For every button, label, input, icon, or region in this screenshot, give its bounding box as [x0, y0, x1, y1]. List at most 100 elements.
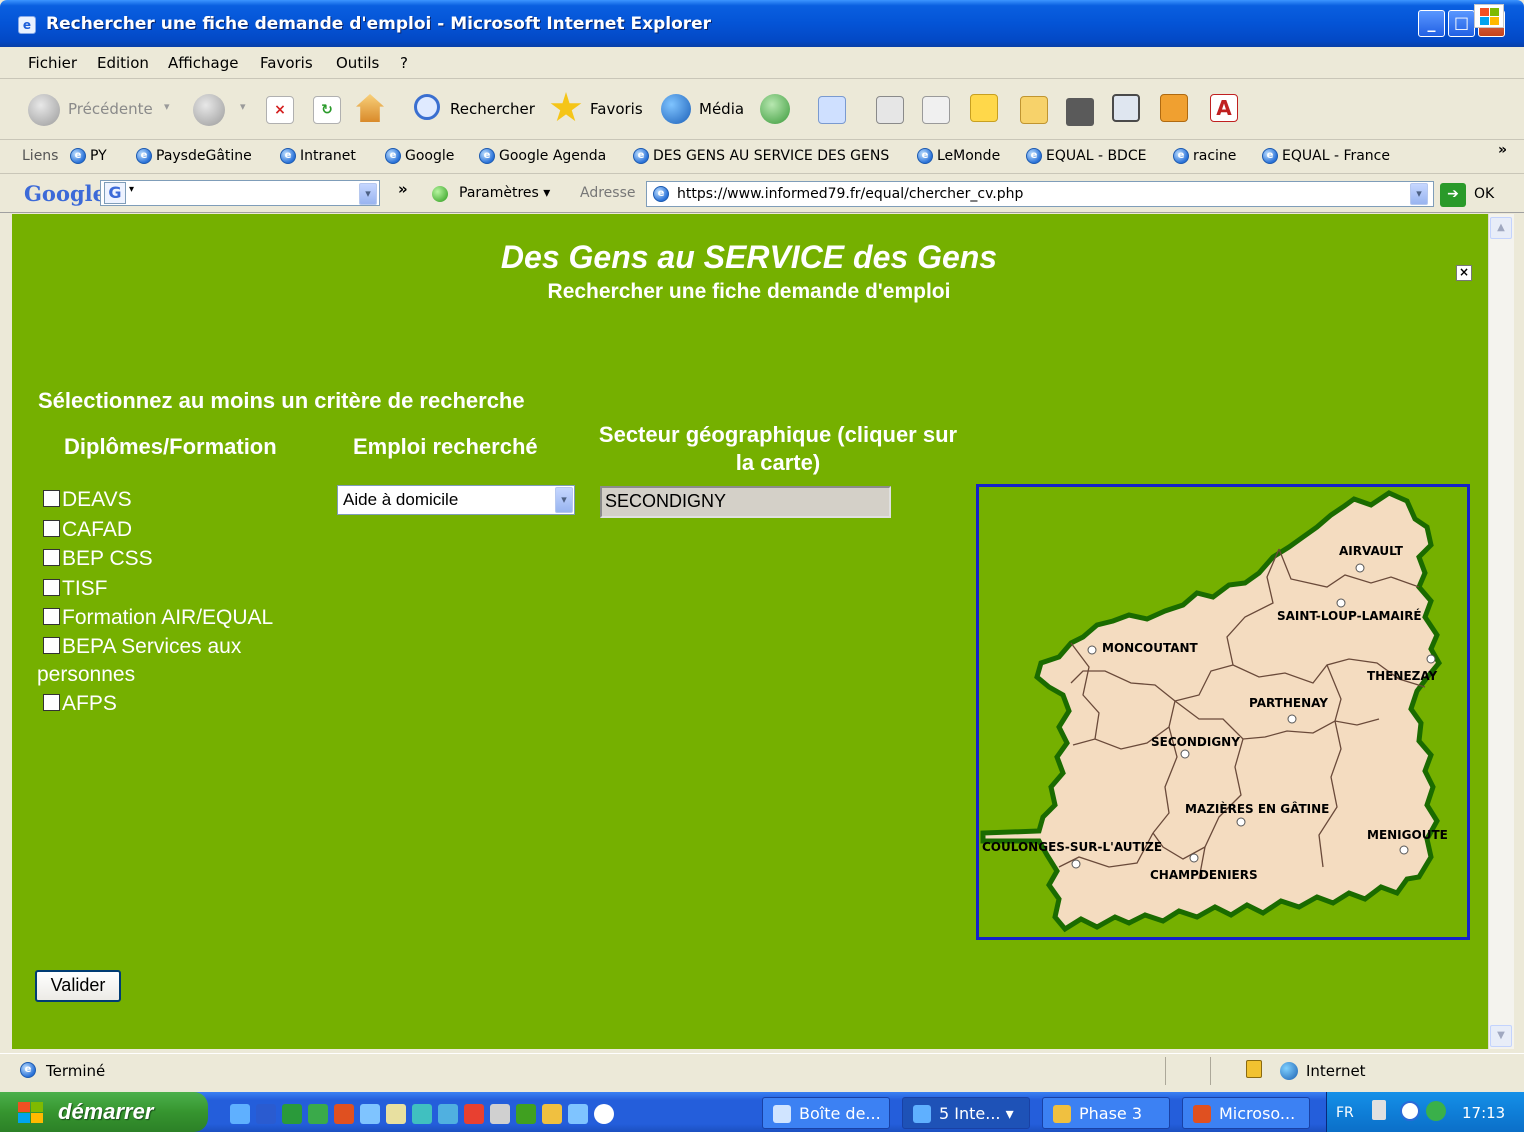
google-logo[interactable]: Google [24, 181, 106, 206]
quicklaunch-tree-icon[interactable] [516, 1104, 536, 1124]
media-globe-icon[interactable] [661, 94, 691, 124]
link-equal-bdce[interactable]: e EQUAL - BDCE [1026, 148, 1146, 164]
link-intranet[interactable]: e Intranet [280, 148, 356, 164]
scroll-up-icon[interactable]: ▲ [1490, 217, 1512, 239]
map-town-coulonges[interactable]: COULONGES-SUR-L'AUTIZE [982, 840, 1162, 854]
go-arrow-icon[interactable]: ➔ [1440, 183, 1466, 207]
close-icon[interactable]: × [1456, 265, 1472, 281]
chevron-down-icon[interactable]: ▾ [555, 487, 573, 513]
task-inbox[interactable]: Boîte de... [762, 1097, 890, 1129]
google-g-button[interactable]: G [104, 182, 126, 204]
chip-icon[interactable] [1066, 98, 1094, 126]
folder-icon[interactable] [1020, 96, 1048, 124]
language-indicator[interactable]: FR [1336, 1105, 1354, 1121]
forward-dropdown-icon[interactable]: ▾ [240, 100, 246, 113]
print-icon[interactable] [876, 96, 904, 124]
edit-icon[interactable] [922, 96, 950, 124]
map-land[interactable] [980, 490, 1443, 933]
link-py[interactable]: e PY [70, 148, 107, 164]
minimize-button[interactable]: _ [1418, 10, 1445, 37]
quicklaunch-app-icon[interactable] [412, 1104, 432, 1124]
back-arrow-icon[interactable] [28, 94, 60, 126]
network-icon[interactable] [1372, 1100, 1386, 1120]
menu-fichier[interactable]: Fichier [28, 54, 77, 72]
refresh-icon[interactable]: ↻ [313, 96, 341, 124]
quicklaunch-browser-icon[interactable] [360, 1104, 380, 1124]
quicklaunch-app-icon[interactable] [490, 1104, 510, 1124]
quicklaunch-ie-icon[interactable] [230, 1104, 250, 1124]
monitor-icon[interactable] [1112, 94, 1140, 122]
task-microsoft[interactable]: Microso... [1182, 1097, 1310, 1129]
mail-icon[interactable] [818, 96, 846, 124]
quicklaunch-folder-icon[interactable] [542, 1104, 562, 1124]
quicklaunch-excel-icon[interactable] [282, 1104, 302, 1124]
address-dropdown-button[interactable]: ▾ [1410, 183, 1428, 205]
google-more-chevron-icon[interactable]: » [398, 180, 408, 198]
address-input[interactable]: e https://www.informed79.fr/equal/cherch… [646, 181, 1434, 207]
quicklaunch-publisher-icon[interactable] [308, 1104, 328, 1124]
link-lemonde[interactable]: e LeMonde [917, 148, 1000, 164]
diploma-checkbox[interactable] [43, 693, 60, 711]
diploma-checkbox[interactable] [43, 608, 60, 625]
params-button[interactable]: Paramètres ▾ [459, 185, 550, 201]
back-dropdown-icon[interactable]: ▾ [164, 100, 170, 113]
map-town-saint-loup[interactable]: SAINT-LOUP-LAMAIRÉ [1277, 608, 1422, 623]
diploma-checkbox[interactable] [43, 490, 60, 507]
map-town-parthenay[interactable]: PARTHENAY [1249, 696, 1328, 710]
search-button-label[interactable]: Rechercher [450, 100, 535, 118]
map-town-airvault[interactable]: AIRVAULT [1339, 544, 1404, 558]
google-search-input[interactable]: G ▾ [100, 180, 380, 206]
quicklaunch-app-icon[interactable] [386, 1104, 406, 1124]
submit-button[interactable]: Valider [35, 970, 121, 1002]
diploma-checkbox[interactable] [43, 549, 60, 566]
link-equal-france[interactable]: e EQUAL - France [1262, 148, 1390, 164]
go-button[interactable]: OK [1474, 186, 1494, 202]
diploma-checkbox[interactable] [43, 578, 60, 596]
security-shield-icon[interactable] [1426, 1101, 1446, 1121]
map-deux-sevres[interactable]: AIRVAULT SAINT-LOUP-LAMAIRÉ MONCOUTANT T… [976, 484, 1470, 940]
job-select[interactable]: Aide à domicile ▾ [337, 485, 575, 515]
menu-affichage[interactable]: Affichage [168, 54, 238, 72]
diploma-checkbox[interactable] [43, 636, 60, 654]
link-racine[interactable]: e racine [1173, 148, 1236, 164]
link-paysdegatine[interactable]: e PaysdeGâtine [136, 148, 252, 164]
map-town-champdeniers[interactable]: CHAMPDENIERS [1150, 868, 1258, 882]
task-phase3[interactable]: Phase 3 [1042, 1097, 1170, 1129]
google-dropdown-button[interactable]: ▾ [359, 183, 377, 205]
map-town-menigoute[interactable]: MENIGOUTE [1367, 828, 1448, 842]
map-svg[interactable]: AIRVAULT SAINT-LOUP-LAMAIRÉ MONCOUTANT T… [979, 487, 1467, 937]
map-town-mazieres[interactable]: MAZIÈRES EN GÂTINE [1185, 801, 1329, 816]
vertical-scrollbar[interactable] [1488, 214, 1514, 1049]
diploma-checkbox[interactable] [43, 519, 60, 537]
task-ie-group[interactable]: 5 Inte... ▾ [902, 1097, 1030, 1129]
search-icon[interactable] [414, 94, 440, 120]
forward-arrow-icon[interactable] [193, 94, 225, 126]
favorites-button-label[interactable]: Favoris [590, 100, 643, 118]
maximize-button[interactable]: □ [1448, 10, 1475, 37]
map-town-moncoutant[interactable]: MONCOUTANT [1102, 641, 1199, 655]
quicklaunch-app-icon[interactable] [438, 1104, 458, 1124]
menu-favoris[interactable]: Favoris [260, 54, 313, 72]
history-icon[interactable] [760, 94, 790, 124]
menu-help[interactable]: ? [400, 54, 408, 72]
stop-icon[interactable]: × [266, 96, 294, 124]
links-more-chevron-icon[interactable]: » [1498, 142, 1507, 158]
quicklaunch-app-icon[interactable] [464, 1104, 484, 1124]
notes-icon[interactable] [970, 94, 998, 122]
quicklaunch-app-icon[interactable] [568, 1104, 588, 1124]
google-g-dropdown-icon[interactable]: ▾ [129, 184, 134, 195]
back-button-label[interactable]: Précédente [68, 100, 153, 118]
map-town-thenezay[interactable]: THENEZAY [1367, 669, 1438, 683]
collapse-tray-icon[interactable] [1400, 1101, 1420, 1121]
link-des-gens[interactable]: e DES GENS AU SERVICE DES GENS [633, 148, 889, 164]
scroll-down-icon[interactable]: ▼ [1490, 1025, 1512, 1047]
acrobat-icon[interactable]: A [1210, 94, 1238, 122]
quicklaunch-powerpoint-icon[interactable] [334, 1104, 354, 1124]
geo-sector-field[interactable]: SECONDIGNY [600, 486, 891, 518]
link-google[interactable]: e Google [385, 148, 454, 164]
menu-edition[interactable]: Edition [97, 54, 149, 72]
quicklaunch-info-icon[interactable] [594, 1104, 614, 1124]
key-icon[interactable] [1160, 94, 1188, 122]
media-button-label[interactable]: Média [699, 100, 744, 118]
quicklaunch-word-icon[interactable] [256, 1104, 276, 1124]
